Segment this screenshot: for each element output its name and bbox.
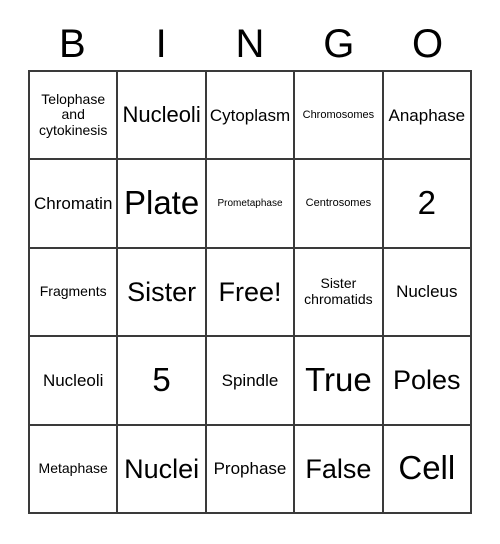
bingo-free-space-label: Free! (218, 276, 282, 307)
bingo-header-row: B I N G O (28, 18, 472, 70)
bingo-cell-label: Poles (393, 365, 461, 396)
bingo-cell-label: Prometaphase (217, 198, 283, 209)
bingo-cell-label: Plate (123, 184, 200, 222)
bingo-cell-r2c4[interactable]: Centrosomes (295, 160, 384, 249)
bingo-cell-r5c4[interactable]: False (295, 425, 384, 514)
bingo-cell-r1c3[interactable]: Cytoplasm (206, 72, 296, 161)
bingo-cell-label: Fragments (39, 283, 107, 300)
bingo-cell-label: Sister (127, 276, 197, 307)
bingo-cell-label: True (305, 360, 372, 398)
bingo-cell-r5c2[interactable]: Nuclei (118, 425, 207, 514)
bingo-cell-free-space[interactable]: Free! (206, 248, 296, 338)
bingo-cell-r5c3[interactable]: Prophase (206, 425, 296, 514)
bingo-cell-r5c5[interactable]: Cell (383, 425, 472, 514)
bingo-cell-label: Chromosomes (302, 109, 375, 122)
bingo-cell-label: Metaphase (38, 459, 108, 476)
bingo-cell-label: Spindle (221, 370, 279, 390)
bingo-header-letter-i: I (155, 22, 167, 66)
bingo-cell-label: False (305, 453, 372, 484)
bingo-cell-label: Prophase (213, 459, 287, 479)
bingo-cell-r3c1[interactable]: Fragments (30, 248, 119, 338)
bingo-card: B I N G O Telophase and cytokinesis Nucl… (0, 0, 500, 544)
bingo-cell-r1c5[interactable]: Anaphase (383, 72, 472, 161)
bingo-cell-r2c2[interactable]: Plate (118, 160, 207, 249)
bingo-cell-r4c1[interactable]: Nucleoli (30, 337, 119, 426)
bingo-cell-label: Nucleoli (42, 370, 104, 390)
bingo-cell-label: Nucleus (396, 282, 458, 302)
bingo-cell-label: Cytoplasm (209, 105, 291, 125)
bingo-cell-label: 2 (417, 184, 436, 222)
bingo-cell-r2c1[interactable]: Chromatin (30, 160, 119, 249)
bingo-grid: Telophase and cytokinesis Nucleoli Cytop… (28, 70, 472, 514)
bingo-cell-r4c4[interactable]: True (295, 337, 384, 426)
bingo-cell-label: Chromatin (33, 194, 113, 214)
bingo-cell-label: Sister chromatids (304, 275, 373, 307)
bingo-cell-r3c5[interactable]: Nucleus (383, 248, 472, 338)
bingo-cell-r1c2[interactable]: Nucleoli (118, 72, 207, 161)
bingo-header-letter-o: O (412, 22, 444, 66)
bingo-cell-label: Nucleoli (122, 101, 201, 127)
bingo-cell-label: Cell (398, 449, 456, 487)
bingo-cell-label: Anaphase (388, 105, 466, 125)
bingo-cell-r2c3[interactable]: Prometaphase (206, 160, 296, 249)
bingo-cell-r3c4[interactable]: Sister chromatids (295, 248, 384, 338)
bingo-header-letter-b: B (59, 22, 86, 66)
bingo-cell-r1c1[interactable]: Telophase and cytokinesis (30, 72, 119, 161)
bingo-cell-r3c2[interactable]: Sister (118, 248, 207, 338)
bingo-cell-r2c5[interactable]: 2 (383, 160, 472, 249)
bingo-header-letter-g: G (323, 22, 355, 66)
bingo-header-letter-n: N (235, 22, 265, 66)
bingo-cell-label: Nuclei (124, 453, 200, 484)
bingo-cell-r4c3[interactable]: Spindle (206, 337, 296, 426)
bingo-cell-r4c2[interactable]: 5 (118, 337, 207, 426)
bingo-cell-label: Telophase and cytokinesis (38, 90, 108, 139)
bingo-cell-r1c4[interactable]: Chromosomes (295, 72, 384, 161)
bingo-cell-label: 5 (152, 360, 171, 398)
bingo-cell-r4c5[interactable]: Poles (383, 337, 472, 426)
bingo-cell-r5c1[interactable]: Metaphase (30, 425, 119, 514)
bingo-cell-label: Centrosomes (305, 197, 372, 210)
